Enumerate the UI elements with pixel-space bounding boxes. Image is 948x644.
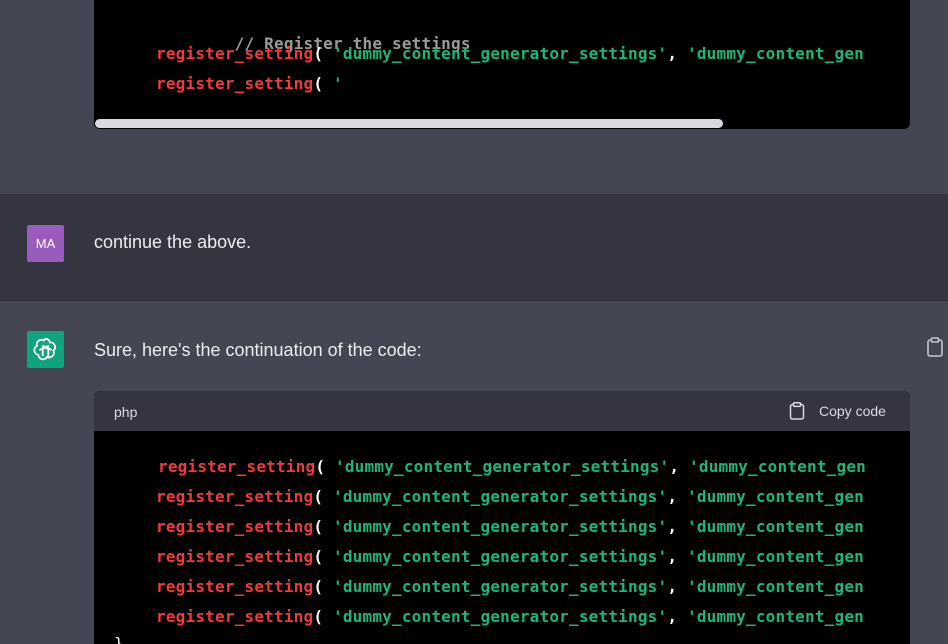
user-message-text: continue the above. bbox=[94, 232, 252, 252]
code-string: 'dummy_content_generator_settings' bbox=[333, 44, 668, 63]
code-line: } bbox=[114, 634, 124, 644]
code-string: ' bbox=[333, 74, 343, 93]
code-string: 'dummy_content_gen bbox=[687, 487, 864, 506]
code-string: 'dummy_content_generator_settings' bbox=[335, 457, 670, 476]
code-line: register_setting( 'dummy_content_generat… bbox=[156, 44, 864, 64]
code-block-previous: // Register the settings register_settin… bbox=[94, 0, 910, 129]
code-punctuation: , bbox=[669, 457, 689, 476]
code-line: register_setting( 'dummy_content_generat… bbox=[156, 517, 864, 537]
code-punctuation: , bbox=[667, 577, 687, 596]
assistant-message-previous: // Register the settings register_settin… bbox=[0, 0, 948, 194]
copy-code-button[interactable]: Copy code bbox=[789, 400, 899, 422]
code-function: register_setting bbox=[156, 517, 314, 536]
code-punctuation: ( bbox=[313, 74, 333, 93]
code-punctuation: ( bbox=[313, 487, 333, 506]
code-line: register_setting( 'dummy_content_generat… bbox=[156, 577, 864, 597]
code-function: register_setting bbox=[156, 547, 314, 566]
code-string: 'dummy_content_gen bbox=[687, 517, 864, 536]
code-function: register_setting bbox=[156, 74, 314, 93]
code-line: register_setting( 'dummy_content_generat… bbox=[156, 487, 864, 507]
code-punctuation: , bbox=[667, 44, 687, 63]
chat-page: // Register the settings register_settin… bbox=[0, 0, 948, 644]
code-string: 'dummy_content_gen bbox=[687, 577, 864, 596]
code-body: register_setting( 'dummy_content_generat… bbox=[94, 431, 910, 644]
code-function: register_setting bbox=[156, 607, 314, 626]
code-string: 'dummy_content_gen bbox=[687, 44, 864, 63]
code-punctuation: , bbox=[667, 517, 687, 536]
code-punctuation: ( bbox=[315, 457, 335, 476]
code-string: 'dummy_content_generator_settings' bbox=[333, 487, 668, 506]
code-string: 'dummy_content_generator_settings' bbox=[333, 517, 668, 536]
code-function: register_setting bbox=[156, 487, 314, 506]
user-avatar: MA bbox=[27, 225, 64, 262]
code-string: 'dummy_content_generator_settings' bbox=[333, 607, 668, 626]
code-punctuation: ( bbox=[313, 44, 333, 63]
code-function: register_setting bbox=[156, 577, 314, 596]
code-block: php Copy code register_setting( 'dummy_c… bbox=[94, 391, 910, 644]
code-function: register_setting bbox=[158, 457, 316, 476]
code-string: 'dummy_content_gen bbox=[687, 547, 864, 566]
clipboard-icon[interactable] bbox=[926, 337, 944, 357]
code-function: register_setting bbox=[156, 44, 314, 63]
code-line: register_setting( 'dummy_content_generat… bbox=[156, 607, 864, 627]
code-line: register_setting( ' bbox=[156, 74, 343, 94]
code-punctuation: ( bbox=[313, 607, 333, 626]
code-string: 'dummy_content_gen bbox=[689, 457, 866, 476]
code-punctuation: ( bbox=[313, 577, 333, 596]
code-punctuation: } bbox=[114, 634, 124, 644]
code-line: register_setting( 'dummy_content_generat… bbox=[158, 457, 866, 477]
code-string: 'dummy_content_generator_settings' bbox=[333, 547, 668, 566]
scrollbar-thumb[interactable] bbox=[95, 119, 723, 128]
openai-logo-icon bbox=[27, 331, 64, 368]
code-string: 'dummy_content_generator_settings' bbox=[333, 577, 668, 596]
copy-code-label: Copy code bbox=[819, 403, 886, 419]
code-language-label: php bbox=[114, 404, 138, 420]
code-punctuation: , bbox=[667, 607, 687, 626]
clipboard-icon bbox=[789, 402, 805, 420]
code-block-header: php Copy code bbox=[94, 391, 910, 431]
code-punctuation: , bbox=[667, 547, 687, 566]
code-punctuation: , bbox=[667, 487, 687, 506]
assistant-message-text: Sure, here's the continuation of the cod… bbox=[94, 340, 422, 360]
code-line: register_setting( 'dummy_content_generat… bbox=[156, 547, 864, 567]
code-string: 'dummy_content_gen bbox=[687, 607, 864, 626]
code-punctuation: ( bbox=[313, 547, 333, 566]
code-punctuation: ( bbox=[313, 517, 333, 536]
